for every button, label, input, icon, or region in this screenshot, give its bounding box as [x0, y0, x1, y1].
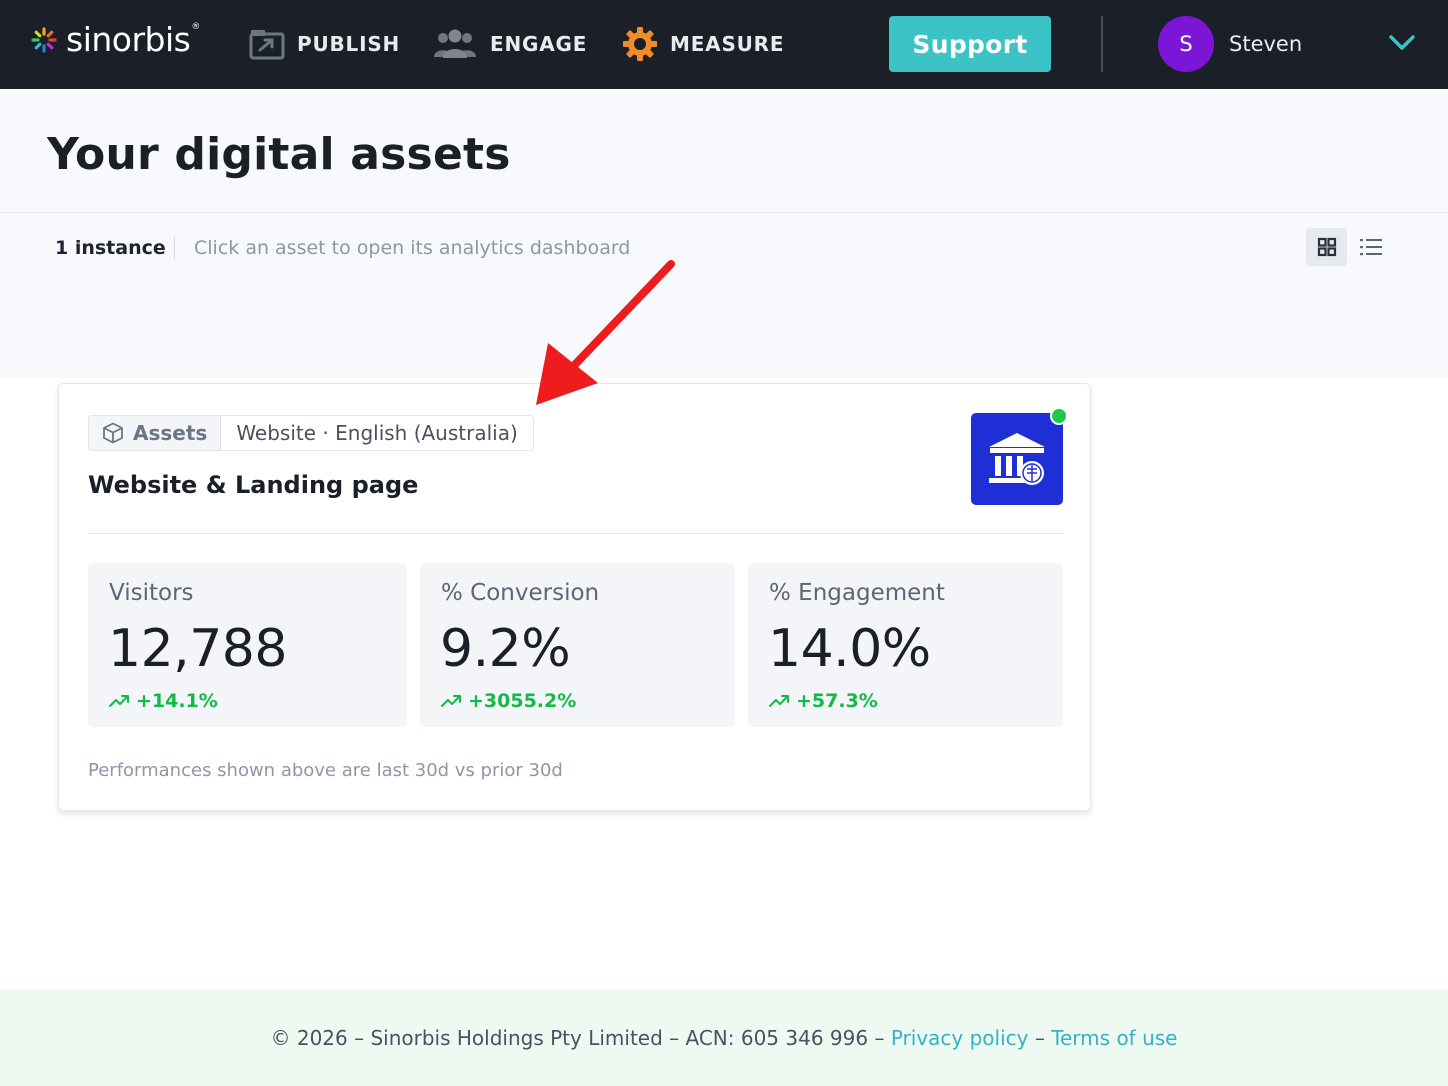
metric-conversion[interactable]: % Conversion 9.2% +3055.2% — [420, 563, 735, 727]
metric-change: +57.3% — [769, 689, 878, 713]
terms-of-use-link[interactable]: Terms of use — [1051, 1026, 1177, 1050]
user-avatar[interactable]: S — [1158, 16, 1214, 72]
list-icon — [1360, 239, 1382, 256]
card-divider — [88, 533, 1063, 534]
asset-tag-type: Assets — [89, 416, 222, 450]
metric-value: 9.2% — [440, 619, 571, 679]
page-header: Your digital assets — [0, 89, 1448, 213]
asset-card[interactable]: Assets Website · English (Australia) Web… — [58, 383, 1091, 811]
metric-change-value: +57.3% — [796, 690, 878, 712]
nav-publish-label: PUBLISH — [297, 32, 401, 56]
nav-engage[interactable]: ENGAGE — [432, 26, 587, 62]
asset-tag: Assets Website · English (Australia) — [88, 415, 534, 451]
privacy-policy-link[interactable]: Privacy policy — [891, 1026, 1029, 1050]
asset-title[interactable]: Website & Landing page — [88, 470, 418, 500]
asset-tag-type-label: Assets — [133, 421, 208, 445]
annotation-arrow-icon — [536, 260, 675, 405]
grid-view-button[interactable] — [1306, 228, 1347, 266]
trending-up-icon — [109, 695, 129, 707]
people-icon — [434, 29, 476, 58]
instance-count: 1 instance — [55, 237, 166, 259]
metric-change-value: +14.1% — [136, 690, 218, 712]
page-title: Your digital assets — [47, 129, 511, 180]
metric-label: % Conversion — [441, 580, 600, 606]
trending-up-icon — [441, 695, 461, 707]
metric-visitors[interactable]: Visitors 12,788 +14.1% — [88, 563, 407, 727]
footer-copyright: © 2026 – Sinorbis Holdings Pty Limited –… — [270, 1026, 891, 1050]
status-online-indicator — [1050, 407, 1068, 425]
metric-value: 12,788 — [108, 619, 287, 679]
trending-up-icon — [769, 695, 789, 707]
grid-icon — [1317, 237, 1336, 257]
metric-change-value: +3055.2% — [468, 690, 577, 712]
support-button[interactable]: Support — [889, 16, 1051, 72]
asset-tag-detail: Website · English (Australia) — [236, 421, 518, 445]
nav-measure-label: MEASURE — [670, 32, 785, 56]
nav-measure[interactable]: MEASURE — [622, 26, 784, 62]
metric-label: Visitors — [109, 580, 194, 606]
publish-icon — [249, 30, 285, 60]
footer-separator: – — [1028, 1026, 1052, 1050]
nav-publish[interactable]: PUBLISH — [249, 26, 400, 62]
bank-building-icon — [989, 433, 1045, 485]
metric-label: % Engagement — [769, 580, 945, 606]
list-view-button[interactable] — [1352, 228, 1390, 266]
metric-change: +14.1% — [109, 689, 218, 713]
chevron-down-icon[interactable] — [1388, 34, 1416, 52]
nav-divider — [1101, 16, 1103, 72]
brand-name: sinorbis — [66, 20, 191, 59]
metric-engagement[interactable]: % Engagement 14.0% +57.3% — [748, 563, 1063, 727]
assets-toolbar: 1 instance Click an asset to open its an… — [0, 213, 1448, 378]
toolbar-separator — [174, 237, 175, 259]
metric-value: 14.0% — [768, 619, 931, 679]
top-nav: sinorbis ® PUBLISH ENGAGE MEASURE Suppor… — [0, 0, 1448, 89]
gear-icon — [623, 27, 657, 61]
footer: © 2026 – Sinorbis Holdings Pty Limited –… — [0, 990, 1448, 1086]
brand-registered-mark: ® — [191, 22, 201, 32]
sinorbis-logo-icon — [31, 27, 57, 53]
sinorbis-logo[interactable]: sinorbis ® — [30, 22, 200, 58]
metric-change: +3055.2% — [441, 689, 576, 713]
nav-engage-label: ENGAGE — [490, 32, 588, 56]
card-footnote: Performances shown above are last 30d vs… — [88, 760, 563, 781]
cube-icon — [103, 422, 123, 444]
user-name[interactable]: Steven — [1229, 30, 1302, 58]
asset-logo — [971, 413, 1063, 505]
